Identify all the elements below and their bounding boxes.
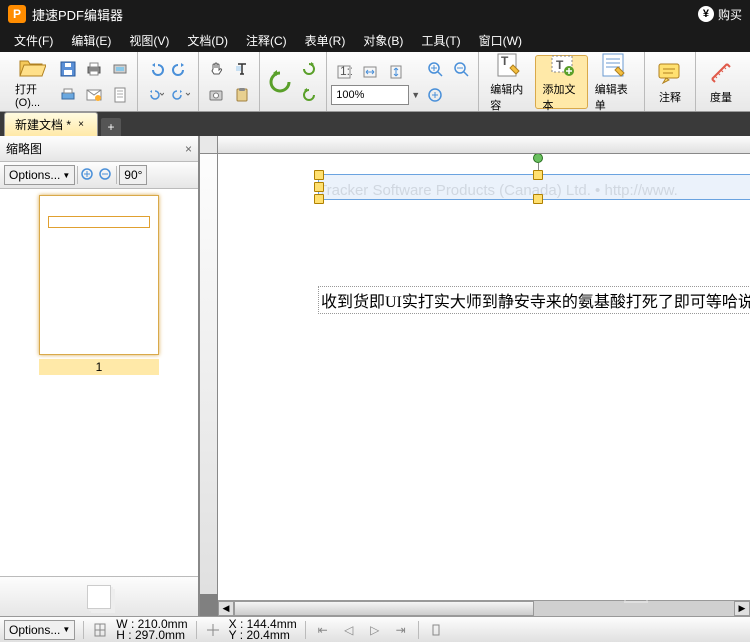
- pages-stack-icon[interactable]: [87, 585, 111, 609]
- close-tab-icon[interactable]: ×: [75, 119, 87, 131]
- menu-view[interactable]: 视图(V): [121, 29, 177, 52]
- rotate-ccw-small-button[interactable]: [297, 83, 321, 107]
- svg-text:T: T: [556, 58, 564, 72]
- thumbnails-panel: 缩略图 × Options...▼ 90° 1: [0, 136, 200, 616]
- scroll-left-icon[interactable]: ◀: [218, 601, 234, 616]
- edit-form-button[interactable]: 编辑表单: [588, 55, 640, 109]
- scroll-right-icon[interactable]: ▶: [734, 601, 750, 616]
- zoom-out-button[interactable]: [449, 57, 473, 81]
- undo-button[interactable]: [143, 57, 167, 81]
- menu-file[interactable]: 文件(F): [6, 29, 61, 52]
- close-panel-icon[interactable]: ×: [185, 142, 192, 156]
- tab-label: 新建文档 *: [15, 116, 71, 133]
- doc-button[interactable]: [108, 83, 132, 107]
- open-button[interactable]: 打开(O)...: [8, 55, 55, 109]
- hand-tool-button[interactable]: [204, 57, 228, 81]
- clipboard-button[interactable]: [230, 83, 254, 107]
- buy-link[interactable]: 购买: [718, 6, 742, 23]
- save-button[interactable]: [56, 57, 80, 81]
- add-text-label: 添加文本: [542, 81, 580, 113]
- zoom-add-button[interactable]: [423, 83, 447, 107]
- thumb-zoom-out-button[interactable]: [98, 167, 114, 183]
- ruler-corner: [200, 136, 218, 154]
- vertical-ruler: [200, 154, 218, 594]
- rotate-cw-button[interactable]: [297, 57, 321, 81]
- edit-content-icon: T: [495, 51, 523, 79]
- menu-bar: 文件(F) 编辑(E) 视图(V) 文档(D) 注释(C) 表单(R) 对象(B…: [0, 28, 750, 52]
- svg-text:T: T: [501, 54, 509, 68]
- yen-icon[interactable]: ¥: [698, 6, 714, 22]
- add-text-icon: T: [548, 51, 576, 79]
- measure-label: 度量: [710, 89, 732, 105]
- redo-button[interactable]: [169, 57, 193, 81]
- status-bar: Options...▼ W : 210.0mm H : 297.0mm X : …: [0, 616, 750, 642]
- zoom-in-button[interactable]: [423, 57, 447, 81]
- resize-handle-nw[interactable]: [314, 170, 324, 180]
- fit-height-button[interactable]: [384, 60, 408, 84]
- app-logo-icon: P: [8, 5, 26, 23]
- title-bar: P 捷速PDF编辑器 ¥ 购买: [0, 0, 750, 28]
- main-toolbar: 打开(O)...: [0, 52, 750, 112]
- document-tab[interactable]: 新建文档 * ×: [4, 112, 98, 136]
- chevron-down-icon: ▼: [62, 171, 70, 180]
- scan-button[interactable]: [108, 57, 132, 81]
- window-title: 捷速PDF编辑器: [32, 5, 698, 24]
- edit-form-icon: [600, 51, 628, 79]
- fit-width-button[interactable]: [358, 60, 382, 84]
- resize-handle-s[interactable]: [533, 194, 543, 204]
- measure-button[interactable]: 度量: [700, 55, 742, 109]
- thumb-options-button[interactable]: Options...▼: [4, 165, 75, 185]
- panel-title: 缩略图: [6, 140, 42, 157]
- print-button[interactable]: [82, 57, 106, 81]
- text-select-button[interactable]: [230, 57, 254, 81]
- measure-icon: [707, 59, 735, 87]
- workspace: 缩略图 × Options...▼ 90° 1 Tracker Softwar: [0, 136, 750, 616]
- page-body-text[interactable]: 收到货即UI实打实大师到静安寺来的氨基酸打死了即可等哈说: [318, 286, 750, 314]
- resize-handle-sw[interactable]: [314, 194, 324, 204]
- menu-comment[interactable]: 注释(C): [238, 29, 295, 52]
- page-thumbnail[interactable]: 1: [39, 195, 159, 375]
- thumbnail-page-number: 1: [39, 359, 159, 375]
- email-button[interactable]: [82, 83, 106, 107]
- menu-edit[interactable]: 编辑(E): [63, 29, 119, 52]
- redo-dd-button[interactable]: [169, 83, 193, 107]
- menu-object[interactable]: 对象(B): [355, 29, 411, 52]
- rotate-ccw-button[interactable]: [264, 55, 296, 109]
- menu-document[interactable]: 文档(D): [179, 29, 236, 52]
- menu-tool[interactable]: 工具(T): [413, 29, 468, 52]
- page-surface[interactable]: Tracker Software Products (Canada) Ltd. …: [218, 154, 750, 600]
- page-viewport[interactable]: Tracker Software Products (Canada) Ltd. …: [218, 154, 750, 600]
- fit-page-button[interactable]: 1:1: [332, 60, 356, 84]
- annotate-button[interactable]: 注释: [649, 55, 691, 109]
- thumb-zoom-in-button[interactable]: [80, 167, 96, 183]
- rotate-handle[interactable]: [533, 154, 543, 163]
- horizontal-scrollbar[interactable]: ◀ ▶: [218, 600, 750, 616]
- edit-content-button[interactable]: T 编辑内容: [483, 55, 535, 109]
- add-tab-button[interactable]: +: [101, 118, 121, 136]
- scrollbar-thumb[interactable]: [234, 601, 534, 616]
- thumb-rotate-button[interactable]: 90°: [119, 165, 147, 185]
- svg-text:1:1: 1:1: [340, 64, 352, 78]
- snapshot-button[interactable]: [204, 83, 228, 107]
- resize-handle-n[interactable]: [533, 170, 543, 180]
- print2-button[interactable]: [56, 83, 80, 107]
- annotate-icon: [656, 59, 684, 87]
- horizontal-ruler: [218, 136, 750, 154]
- menu-window[interactable]: 窗口(W): [471, 29, 530, 52]
- chevron-down-icon[interactable]: ▼: [409, 90, 422, 100]
- add-text-button[interactable]: T 添加文本: [535, 55, 587, 109]
- undo-dd-button[interactable]: [143, 83, 167, 107]
- resize-handle-w[interactable]: [314, 182, 324, 192]
- document-tab-strip: 新建文档 * × +: [0, 112, 750, 136]
- folder-open-icon: [18, 55, 46, 79]
- open-label: 打开(O)...: [15, 81, 48, 109]
- edit-form-label: 编辑表单: [595, 81, 633, 113]
- canvas-area: Tracker Software Products (Canada) Ltd. …: [200, 136, 750, 616]
- edit-content-label: 编辑内容: [490, 81, 528, 113]
- annotate-label: 注释: [659, 89, 681, 105]
- selection-box[interactable]: [318, 174, 750, 200]
- menu-form[interactable]: 表单(R): [297, 29, 354, 52]
- zoom-input[interactable]: [331, 85, 409, 105]
